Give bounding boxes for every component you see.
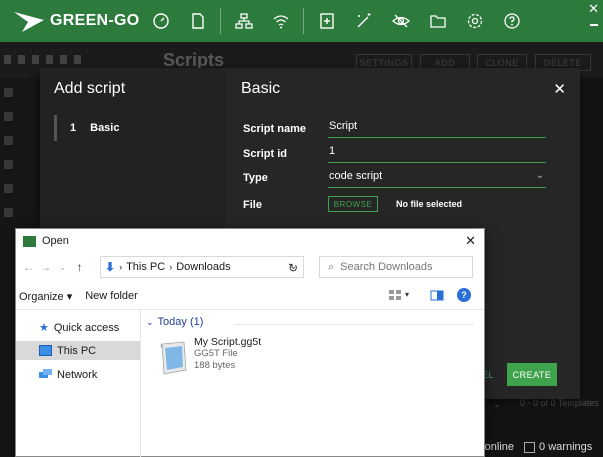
- file-list: ⌄ Today (1) My Script.gg5t GG5T File 188…: [142, 310, 484, 457]
- warnings-status[interactable]: 0 warnings: [524, 441, 592, 453]
- open-dialog-titlebar: Open: [16, 229, 484, 253]
- open-dialog-title: Open: [42, 235, 69, 247]
- file-icon: [160, 341, 187, 375]
- star-icon: ★: [39, 322, 49, 334]
- folder-icon[interactable]: [419, 0, 456, 42]
- file-size: 188 bytes: [194, 360, 236, 371]
- file-name: My Script.gg5t: [194, 336, 262, 348]
- group-header-today[interactable]: ⌄ Today (1): [146, 316, 203, 328]
- downloads-icon: ⬇: [105, 260, 116, 274]
- settings-icon[interactable]: [456, 0, 493, 42]
- navigation-pane: ★ Quick access This PC Network: [16, 310, 141, 457]
- network-icon: [39, 369, 52, 380]
- nav-item-label: Quick access: [53, 321, 120, 334]
- nav-item-quick-access[interactable]: ★ Quick access: [16, 318, 140, 337]
- file-toolbar: Organize ▾ New folder ▾ ?: [16, 285, 484, 307]
- window-minimize-icon[interactable]: [590, 24, 598, 26]
- brand-logo: GREEN-GO: [0, 0, 142, 42]
- type-label: Type: [243, 172, 268, 184]
- group-divider: [234, 324, 474, 325]
- search-placeholder: Search Downloads: [340, 261, 433, 273]
- toolbar-divider: [303, 8, 304, 34]
- new-folder-button[interactable]: New folder: [85, 290, 138, 302]
- up-arrow-icon[interactable]: ↑: [71, 260, 88, 274]
- breadcrumb-separator-icon: ›: [119, 262, 123, 272]
- wizard-step-basic[interactable]: 1 Basic: [54, 115, 214, 141]
- breadcrumb-this-pc[interactable]: This PC: [126, 261, 165, 273]
- file-label: File: [243, 199, 262, 211]
- app-icon: [23, 235, 36, 247]
- type-select-value: code script: [329, 170, 383, 182]
- nav-item-label: This PC: [57, 344, 97, 357]
- checkbox-icon: [524, 441, 536, 453]
- breadcrumb-downloads[interactable]: Downloads: [176, 261, 230, 273]
- nav-item-network[interactable]: Network: [16, 365, 140, 384]
- type-select[interactable]: code script ⌄: [328, 170, 546, 188]
- toolbar-divider: [220, 8, 221, 34]
- script-name-label: Script name: [243, 123, 306, 135]
- script-id-label: Script id: [243, 148, 288, 160]
- hide-icon[interactable]: [382, 0, 419, 42]
- view-options-chevron-icon[interactable]: ▾: [405, 290, 409, 299]
- group-header-label: Today (1): [157, 316, 204, 328]
- chevron-down-icon: ⌄: [535, 170, 544, 181]
- document-icon[interactable]: [179, 0, 216, 42]
- preview-pane-icon[interactable]: [430, 289, 444, 302]
- dashboard-icon[interactable]: [142, 0, 179, 42]
- open-file-dialog: Open ✕ ← → ⌄ ↑ ⬇ › This PC › Downloads ⌄…: [15, 228, 485, 457]
- back-arrow-icon[interactable]: ←: [20, 260, 37, 274]
- open-dialog-close-icon[interactable]: ✕: [465, 233, 476, 249]
- status-bar: es online 0 warnings: [470, 437, 603, 457]
- brand-name: GREEN-GO: [50, 12, 140, 29]
- window-close-icon[interactable]: ✕: [588, 2, 599, 15]
- dialog-close-icon[interactable]: ✕: [553, 80, 566, 98]
- script-name-field[interactable]: Script: [328, 120, 546, 138]
- step-number: 1: [70, 122, 77, 134]
- script-id-field[interactable]: 1: [328, 145, 546, 163]
- help-icon[interactable]: ?: [457, 288, 471, 302]
- search-input[interactable]: ⌕ Search Downloads: [319, 256, 473, 278]
- file-type: GG5T File: [194, 348, 238, 359]
- browse-button[interactable]: BROWSE: [328, 196, 378, 212]
- address-bar[interactable]: ⬇ › This PC › Downloads ⌄: [100, 256, 304, 278]
- nav-item-this-pc[interactable]: This PC: [16, 341, 140, 360]
- top-bar: GREEN-GO ✕: [0, 0, 603, 42]
- search-icon: ⌕: [328, 260, 335, 273]
- organize-menu[interactable]: Organize ▾: [19, 290, 72, 303]
- recent-locations-icon[interactable]: ⌄: [54, 263, 71, 272]
- logo-icon: [14, 12, 44, 32]
- network-icon[interactable]: [225, 0, 262, 42]
- warnings-label: 0 warnings: [539, 441, 593, 453]
- section-title: Basic: [241, 80, 281, 97]
- file-item[interactable]: My Script.gg5t GG5T File 188 bytes: [156, 334, 296, 378]
- file-status: No file selected: [396, 199, 463, 209]
- wifi-icon[interactable]: [262, 0, 299, 42]
- create-button[interactable]: CREATE: [507, 363, 557, 386]
- refresh-icon[interactable]: ↻: [288, 261, 298, 275]
- device-config-icon[interactable]: [308, 0, 345, 42]
- forward-arrow-icon[interactable]: →: [37, 260, 54, 274]
- nav-item-label: Network: [57, 368, 98, 381]
- step-label: Basic: [90, 122, 120, 134]
- navigation-bar: ← → ⌄ ↑ ⬇ › This PC › Downloads ⌄ ↻ ⌕ Se…: [16, 253, 484, 281]
- dialog-title: Add script: [54, 80, 126, 97]
- collapse-chevron-icon: ⌄: [146, 316, 154, 327]
- help-icon[interactable]: [493, 0, 530, 42]
- breadcrumb-separator-icon: ›: [169, 262, 173, 272]
- change-view-icon[interactable]: [388, 289, 402, 302]
- computer-icon: [39, 345, 52, 356]
- magic-wand-icon[interactable]: [345, 0, 382, 42]
